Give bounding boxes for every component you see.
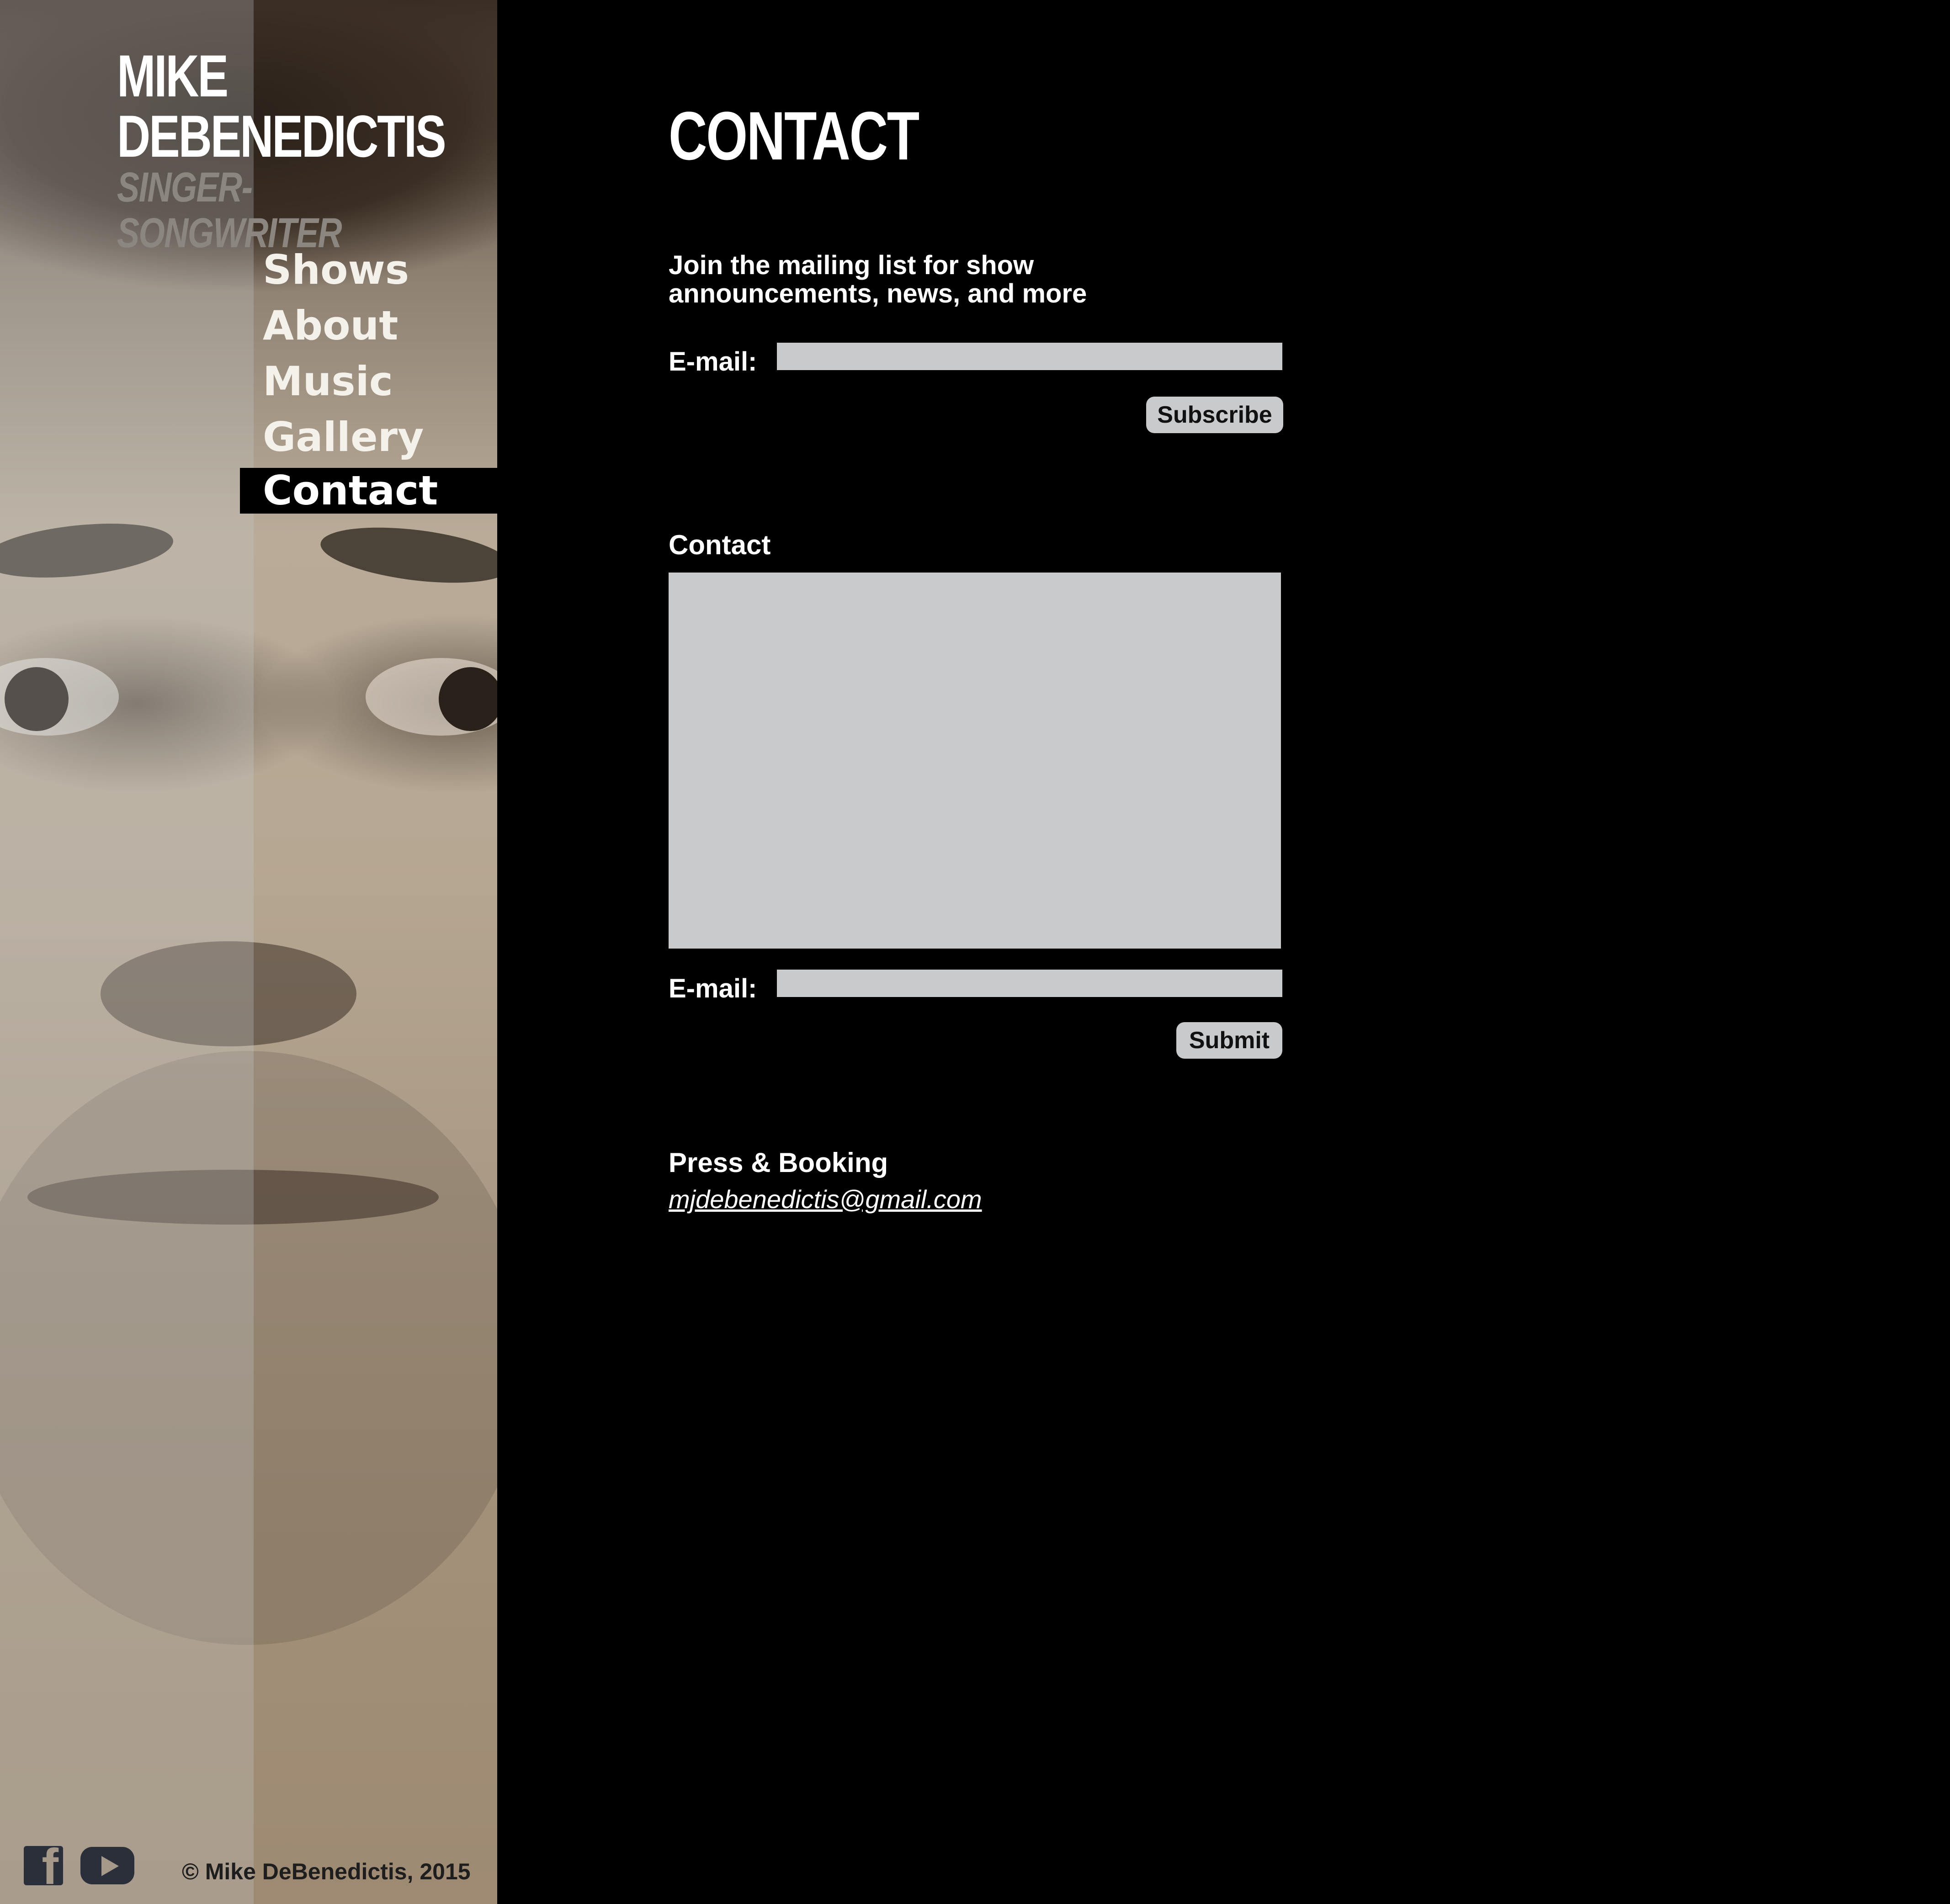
submit-button[interactable]: Submit	[1176, 1022, 1282, 1059]
sidebar-photo-panel: MIKE DEBENEDICTIS SINGER-SONGWRITER Show…	[0, 0, 497, 1904]
portrait-shade	[439, 667, 497, 731]
youtube-icon[interactable]	[80, 1847, 134, 1884]
social-links: f	[24, 1842, 134, 1892]
nav-item-gallery[interactable]: Gallery	[240, 409, 497, 465]
main-nav: Shows About Music Gallery Contact	[240, 242, 497, 514]
page-title: CONTACT	[669, 97, 919, 174]
press-booking-heading: Press & Booking	[669, 1147, 888, 1178]
nav-item-shows[interactable]: Shows	[240, 242, 497, 298]
contact-heading: Contact	[669, 530, 771, 560]
mailing-email-input[interactable]	[777, 343, 1282, 370]
facebook-icon[interactable]: f	[24, 1842, 63, 1892]
mailing-list-intro: Join the mailing list for show announcem…	[669, 250, 1087, 308]
nav-item-contact[interactable]: Contact	[240, 468, 497, 514]
contact-email-label: E-mail:	[669, 974, 757, 1003]
artist-name-line1: MIKE	[117, 42, 228, 109]
subscribe-button[interactable]: Subscribe	[1146, 397, 1283, 433]
copyright-text: © Mike DeBenedictis, 2015	[182, 1859, 471, 1884]
contact-message-textarea[interactable]	[669, 573, 1281, 949]
press-email-link[interactable]: mjdebenedictis@gmail.com	[669, 1184, 982, 1214]
portrait-shade	[317, 518, 497, 592]
nav-item-music[interactable]: Music	[240, 354, 497, 409]
contact-email-input[interactable]	[777, 970, 1282, 997]
nav-item-about[interactable]: About	[240, 298, 497, 354]
mailing-email-label: E-mail:	[669, 347, 757, 377]
artist-name-line2: DEBENEDICTIS	[117, 103, 446, 170]
portrait-tint-overlay	[0, 0, 254, 1904]
site-logo[interactable]: MIKE DEBENEDICTIS SINGER-SONGWRITER	[117, 46, 497, 256]
